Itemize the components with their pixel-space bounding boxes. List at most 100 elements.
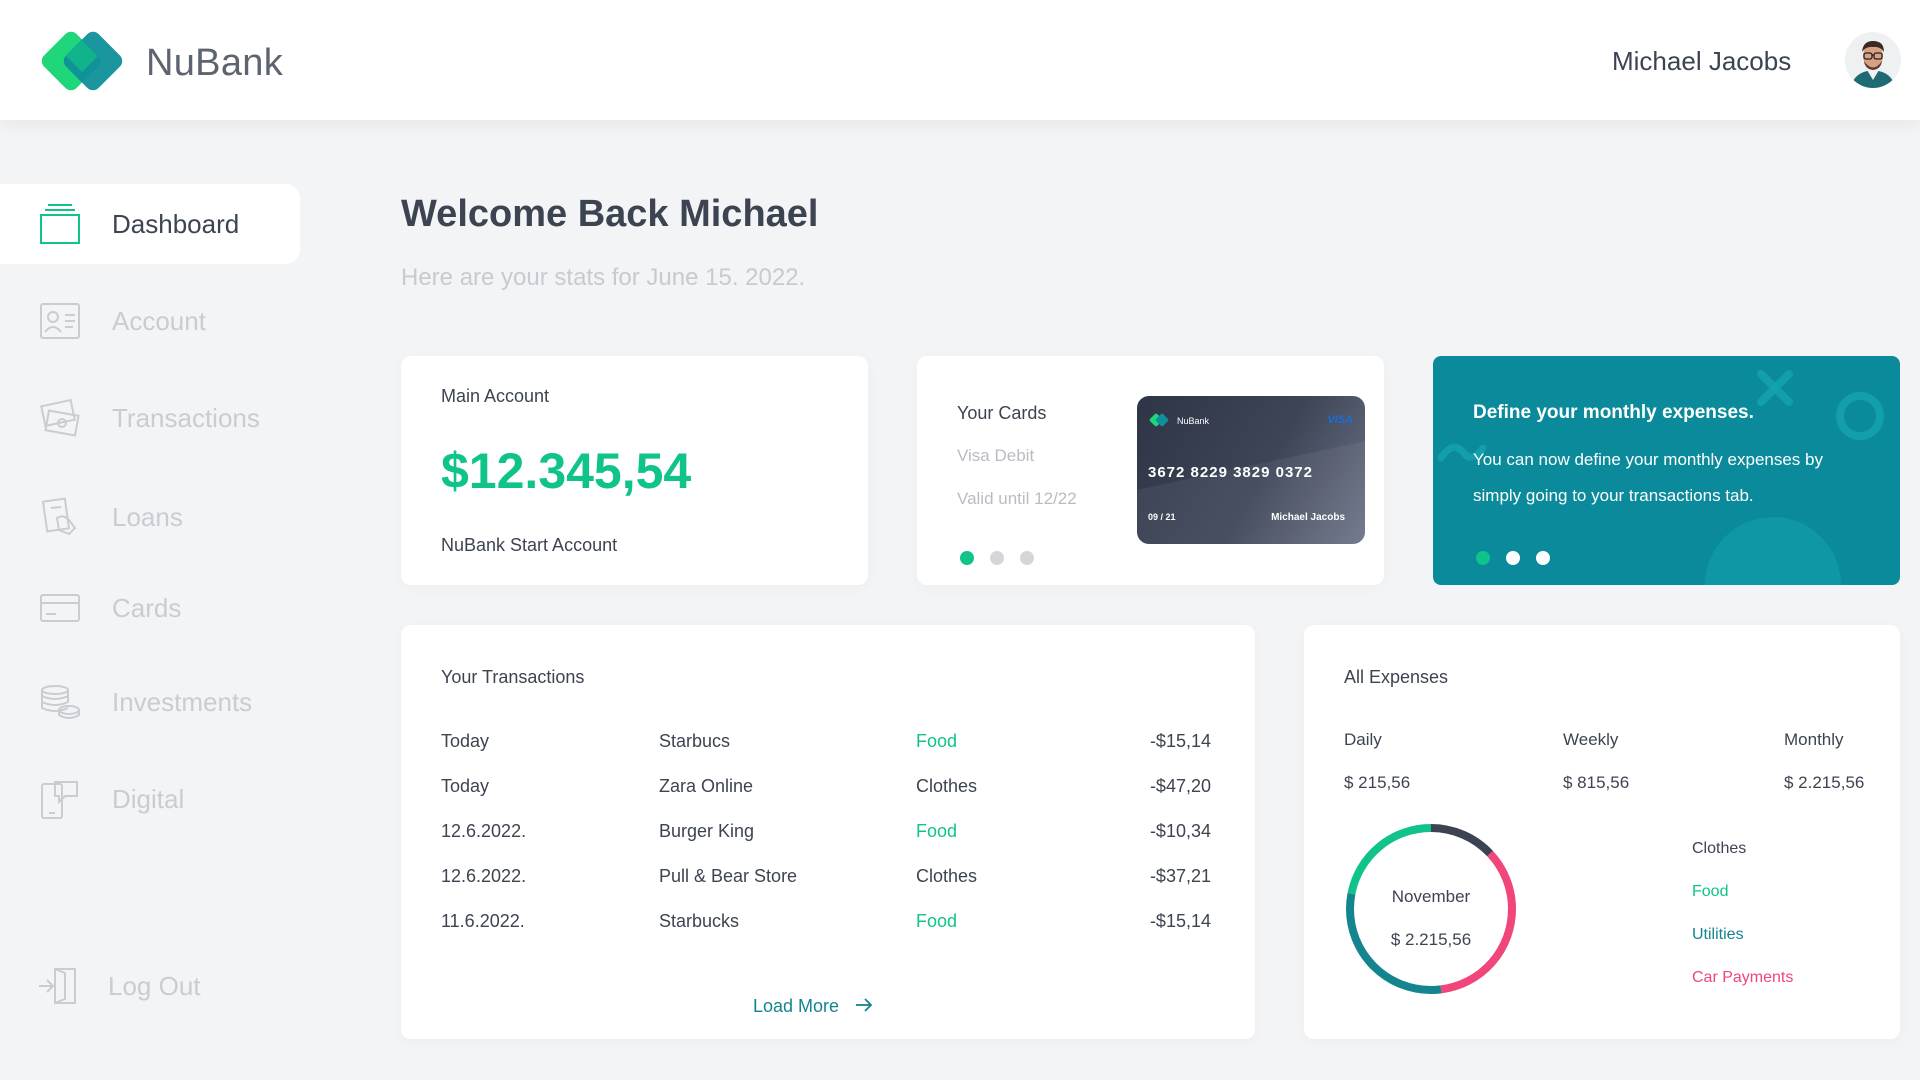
sidebar-item-digital[interactable]: Digital [0,759,300,839]
sidebar-item-label: Account [112,305,206,336]
transactions-icon [38,396,82,440]
tx-merchant: Pull & Bear Store [659,866,798,886]
page-title: Welcome Back Michael [401,193,819,235]
logout-icon [36,964,80,1008]
brand-name: NuBank [146,42,283,84]
tx-category: Food [916,911,958,931]
expense-period-label: Daily [1344,730,1382,749]
load-more-label: Load More [753,996,840,1016]
card-type: Visa Debit [957,446,1035,465]
table-row[interactable]: Today Starbucs Food -$15,14 [401,731,1251,761]
promo-carousel-dots [1476,551,1550,565]
tx-category: Clothes [916,776,978,796]
tx-amount: -$47,20 [1149,776,1211,796]
legend-utilities: Utilities [1692,926,1744,943]
tx-category: Food [916,821,958,841]
cards-carousel-dots [960,551,1034,565]
transactions-card: Your Transactions Today Starbucs Food -$… [401,625,1255,1039]
tx-amount: -$10,34 [1149,821,1211,841]
promo-text: You can now define your monthly expenses… [1473,450,1823,505]
expense-period-value: $ 815,56 [1563,773,1630,792]
expense-period-label: Monthly [1784,730,1844,749]
sidebar-item-loans[interactable]: Loans [0,477,300,557]
sidebar-item-dashboard[interactable]: Dashboard [0,184,300,264]
sidebar-item-account[interactable]: Account [0,281,300,361]
visa-logo: VISA [1327,414,1353,426]
tx-amount: -$37,21 [1149,866,1211,886]
tx-merchant: Starbucks [659,911,740,931]
your-cards-title: Your Cards [957,403,1047,423]
brand[interactable]: NuBank [38,24,283,103]
user-name[interactable]: Michael Jacobs [1612,46,1791,77]
card-expiry: 09 / 21 [1148,512,1176,522]
sidebar-item-label: Dashboard [112,208,240,239]
table-row[interactable]: 12.6.2022. Pull & Bear Store Clothes -$3… [401,866,1251,896]
table-row[interactable]: Today Zara Online Clothes -$47,20 [401,776,1251,806]
tx-merchant: Starbucs [659,731,731,751]
investments-icon [38,680,82,724]
sidebar-item-label: Cards [112,592,182,623]
expense-period-label: Weekly [1563,730,1619,749]
tx-date: Today [441,731,490,751]
sidebar-item-label: Transactions [112,402,260,433]
legend-clothes: Clothes [1692,840,1747,857]
carousel-dot[interactable] [960,551,974,565]
card-holder: Michael Jacobs [1271,512,1345,523]
dashboard-icon [38,202,82,246]
carousel-dot[interactable] [990,551,1004,565]
expenses-donut-chart [1346,824,1516,994]
donut-total: $ 2.215,56 [1390,930,1472,949]
transactions-title: Your Transactions [441,667,585,687]
sidebar-item-label: Loans [112,501,183,532]
sidebar-item-investments[interactable]: Investments [0,662,300,742]
carousel-dot[interactable] [1506,551,1520,565]
load-more-button[interactable]: Load More [753,996,873,1017]
nubank-logo-icon [38,24,126,103]
main-account-card: Main Account $12.345,54 NuBank Start Acc… [401,356,868,585]
expense-period-value: $ 2.215,56 [1784,773,1865,792]
card-brand: NuBank [1177,416,1210,426]
carousel-dot[interactable] [1476,551,1490,565]
sidebar-item-label: Investments [112,686,253,717]
expenses-card: All Expenses Daily $ 215,56 Weekly $ 815… [1304,625,1900,1039]
tx-amount: -$15,14 [1149,731,1211,751]
carousel-dot[interactable] [1020,551,1034,565]
card-valid-until: Valid until 12/22 [957,489,1077,508]
promo-title: Define your monthly expenses. [1473,402,1754,423]
account-balance: $12.345,54 [441,443,692,499]
card-number: 3672 8229 3829 0372 [1148,464,1313,481]
logout-button[interactable]: Log Out [0,946,300,1026]
your-cards-card: Your Cards Visa Debit Valid until 12/22 … [917,356,1384,585]
top-header: NuBank Michael Jacobs [0,0,1920,120]
sidebar-item-cards[interactable]: Cards [0,568,300,648]
tx-amount: -$15,14 [1149,911,1211,931]
tx-date: 12.6.2022. [441,821,527,841]
tx-merchant: Burger King [659,821,755,841]
donut-month: November [1391,887,1471,906]
main-account-title: Main Account [441,386,550,406]
loans-icon [38,495,82,539]
cards-icon [38,586,82,630]
arrow-right-icon [855,996,873,1017]
table-row[interactable]: 11.6.2022. Starbucks Food -$15,14 [401,911,1251,941]
tx-category: Food [916,731,958,751]
tx-category: Clothes [916,866,978,886]
bank-card-visual[interactable]: NuBank VISA 3672 8229 3829 0372 09 / 21 … [1137,396,1365,544]
account-icon [38,299,82,343]
sidebar-item-label: Digital [112,783,185,814]
legend-food: Food [1692,883,1729,900]
tx-date: 12.6.2022. [441,866,527,886]
legend-car-payments: Car Payments [1692,969,1794,986]
avatar[interactable] [1845,32,1901,88]
promo-banner: Define your monthly expenses. You can no… [1433,356,1900,585]
table-row[interactable]: 12.6.2022. Burger King Food -$10,34 [401,821,1251,851]
tx-date: Today [441,776,490,796]
page-subtitle: Here are your stats for June 15. 2022. [401,264,806,291]
digital-icon [38,777,82,821]
carousel-dot[interactable] [1536,551,1550,565]
card-logo-icon [1149,412,1171,435]
tx-date: 11.6.2022. [441,911,525,931]
sidebar-item-transactions[interactable]: Transactions [0,378,300,458]
account-name: NuBank Start Account [441,535,618,555]
tx-merchant: Zara Online [659,776,754,796]
